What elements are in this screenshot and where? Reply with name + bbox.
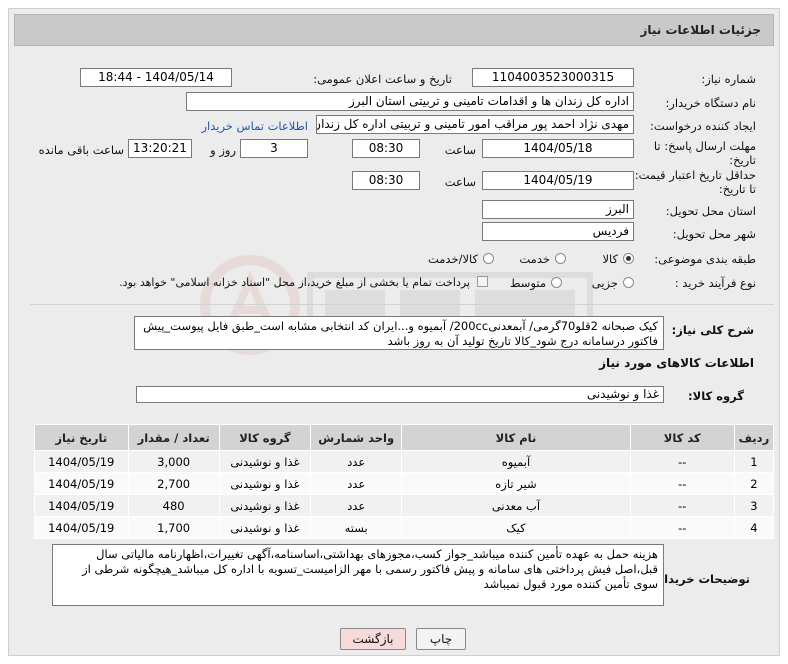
- announce-field: 1404/05/14 - 18:44: [80, 68, 232, 87]
- col-header-qty: تعداد / مقدار: [127, 424, 220, 451]
- validity-time-field: 08:30: [352, 171, 420, 190]
- back-button[interactable]: بازگشت: [340, 628, 406, 650]
- cell-date: 1404/05/19: [34, 516, 129, 539]
- announce-label: تاریخ و ساعت اعلان عمومی:: [313, 72, 452, 86]
- buyer-field: اداره کل زندان ها و اقدامات تامینی و ترب…: [186, 92, 634, 111]
- buyer-notes-text: هزینه حمل به عهده تأمین کننده میباشد_جوا…: [52, 544, 664, 606]
- deadline-time-field: 08:30: [352, 139, 420, 158]
- page-title: جزئیات اطلاعات نیاز: [640, 23, 761, 37]
- goods-group-field: غذا و نوشیدنی: [136, 386, 664, 403]
- buyer-label: نام دستگاه خریدار:: [665, 96, 756, 110]
- province-label: استان محل تحویل:: [665, 204, 756, 218]
- deadline-time-label: ساعت: [444, 143, 476, 157]
- treasury-note: پرداخت تمام یا بخشی از مبلغ خرید،از محل …: [119, 276, 470, 289]
- cell-row: 2: [733, 472, 775, 495]
- table-row: 2 -- شیر تازه عدد غذا و نوشیدنی 2,700 14…: [34, 472, 775, 495]
- category-radio-goods[interactable]: [623, 253, 634, 264]
- cell-row: 3: [733, 494, 775, 517]
- cell-date: 1404/05/19: [34, 494, 129, 517]
- cell-name: آبمیوه: [401, 450, 631, 473]
- need-number-label: شماره نیاز:: [701, 72, 756, 86]
- buyer-notes-label: توضیحات خریدار:: [652, 572, 750, 586]
- purchase-radio-medium[interactable]: [551, 277, 562, 288]
- cell-name: آب معدنی: [401, 494, 631, 517]
- contact-info-link[interactable]: اطلاعات تماس خریدار: [201, 119, 308, 133]
- summary-text: کیک صبحانه 2قلو70گرمی/ آبمعدنی200cc/ آبم…: [134, 316, 664, 350]
- requester-label: ایجاد کننده درخواست:: [650, 119, 756, 133]
- validity-time-label: ساعت: [444, 175, 476, 189]
- category-option-both: کالا/خدمت: [427, 252, 478, 266]
- category-radio-both[interactable]: [483, 253, 494, 264]
- cell-unit: بسته: [310, 516, 403, 539]
- cell-group: غذا و نوشیدنی: [218, 472, 312, 495]
- deadline-date-field: 1404/05/18: [482, 139, 634, 158]
- deadline-label-1: مهلت ارسال پاسخ: تا: [653, 139, 756, 153]
- cell-code: --: [629, 516, 735, 539]
- print-button[interactable]: چاپ: [416, 628, 466, 650]
- validity-date-field: 1404/05/19: [482, 171, 634, 190]
- cell-date: 1404/05/19: [34, 472, 129, 495]
- validity-label-1: حداقل تاریخ اعتبار قیمت:: [634, 168, 756, 182]
- purchase-type-label: نوع فرآیند خرید :: [674, 276, 756, 290]
- validity-label-2: تا تاریخ:: [718, 182, 756, 196]
- cell-qty: 480: [127, 494, 220, 517]
- cell-group: غذا و نوشیدنی: [218, 516, 312, 539]
- purchase-option-medium: متوسط: [509, 276, 546, 290]
- remaining-time-field: 13:20:21: [128, 139, 192, 158]
- days-label: روز و: [210, 143, 236, 157]
- cell-unit: عدد: [310, 494, 403, 517]
- col-header-row: ردیف: [733, 424, 775, 451]
- city-field: فردیس: [482, 222, 634, 241]
- cell-unit: عدد: [310, 450, 403, 473]
- category-option-goods: کالا: [602, 252, 618, 266]
- cell-group: غذا و نوشیدنی: [218, 450, 312, 473]
- need-number-field: 1104003523000315: [472, 68, 634, 87]
- cell-code: --: [629, 472, 735, 495]
- cell-row: 4: [733, 516, 775, 539]
- items-table: ردیف کد کالا نام کالا واحد شمارش گروه کا…: [34, 424, 775, 539]
- cell-qty: 2,700: [127, 472, 220, 495]
- cell-qty: 1,700: [127, 516, 220, 539]
- purchase-option-partial: جزیی: [591, 276, 618, 290]
- divider: [30, 304, 774, 305]
- table-row: 4 -- کیک بسته غذا و نوشیدنی 1,700 1404/0…: [34, 516, 775, 539]
- col-header-unit: واحد شمارش: [310, 424, 403, 451]
- days-field: 3: [240, 139, 308, 158]
- summary-label: شرح کلی نیاز:: [671, 323, 754, 337]
- col-header-group: گروه کالا: [218, 424, 312, 451]
- cell-date: 1404/05/19: [34, 450, 129, 473]
- cell-name: کیک: [401, 516, 631, 539]
- cell-unit: عدد: [310, 472, 403, 495]
- cell-qty: 3,000: [127, 450, 220, 473]
- purchase-radio-partial[interactable]: [623, 277, 634, 288]
- table-header-row: ردیف کد کالا نام کالا واحد شمارش گروه کا…: [34, 424, 775, 451]
- col-header-code: کد کالا: [629, 424, 735, 451]
- cell-code: --: [629, 450, 735, 473]
- cell-code: --: [629, 494, 735, 517]
- requester-field: مهدی نژاد احمد پور مراقب امور تامینی و ت…: [316, 115, 634, 134]
- goods-group-label: گروه کالا:: [688, 389, 744, 403]
- category-radio-service[interactable]: [555, 253, 566, 264]
- cell-name: شیر تازه: [401, 472, 631, 495]
- deadline-label-2: تاریخ:: [729, 153, 756, 167]
- page-header: جزئیات اطلاعات نیاز: [14, 14, 774, 46]
- table-row: 3 -- آب معدنی عدد غذا و نوشیدنی 480 1404…: [34, 494, 775, 517]
- items-section-title: اطلاعات کالاهای مورد نیاز: [599, 356, 754, 370]
- cell-group: غذا و نوشیدنی: [218, 494, 312, 517]
- table-row: 1 -- آبمیوه عدد غذا و نوشیدنی 3,000 1404…: [34, 450, 775, 473]
- col-header-date: تاریخ نیاز: [34, 424, 129, 451]
- category-label: طبقه بندی موضوعی:: [654, 252, 756, 266]
- category-option-service: خدمت: [519, 252, 550, 266]
- col-header-name: نام کالا: [401, 424, 631, 451]
- treasury-checkbox[interactable]: [477, 276, 488, 287]
- province-field: البرز: [482, 200, 634, 219]
- cell-row: 1: [733, 450, 775, 473]
- city-label: شهر محل تحویل:: [672, 227, 756, 241]
- remaining-label: ساعت باقی مانده: [38, 143, 124, 157]
